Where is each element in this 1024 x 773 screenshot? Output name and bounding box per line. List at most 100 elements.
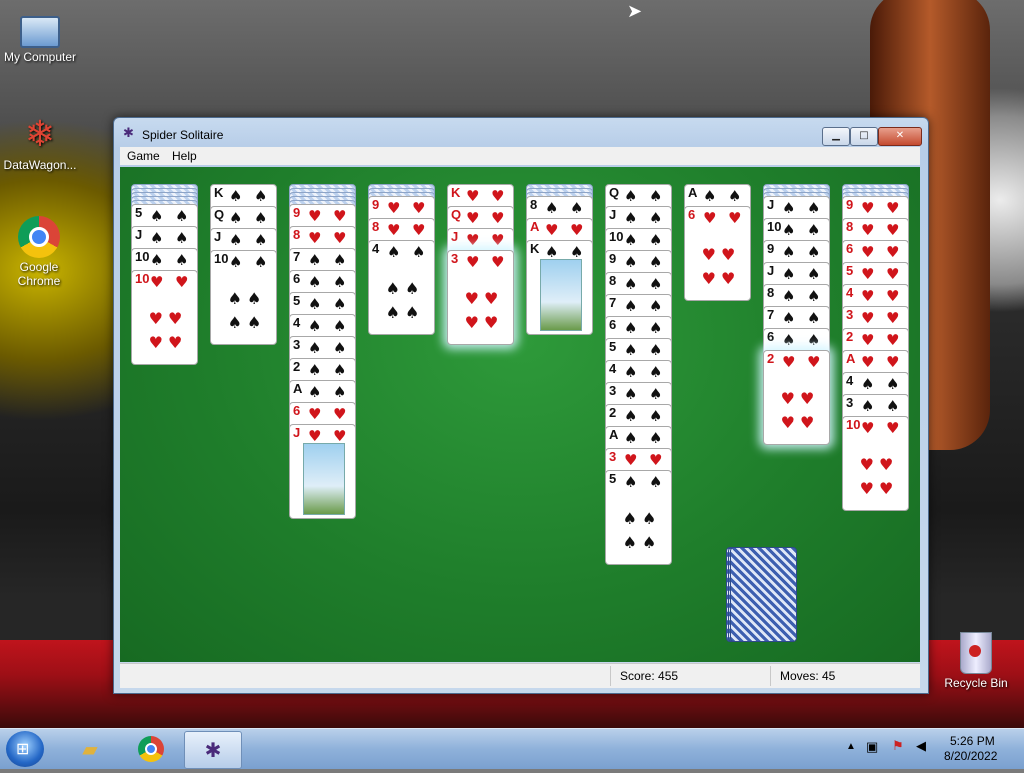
action-center-icon[interactable]: ⚑: [892, 738, 904, 754]
heart-suit-icon: ♥: [861, 287, 875, 305]
spade-suit-icon: ♠: [807, 221, 821, 239]
spade-suit-icon: ♠: [308, 273, 322, 291]
menu-help[interactable]: Help: [172, 149, 197, 163]
system-tray: ▲ ▣ ⚑ ◀ 5:26 PM 8/20/2022: [840, 733, 1020, 765]
playing-card[interactable]: 10 ♥ ♥ ♥ ♥ ♥ ♥: [842, 416, 909, 511]
card-rank: 8: [609, 273, 617, 288]
playing-card[interactable]: 6 ♥ ♥ ♥ ♥ ♥ ♥: [684, 206, 751, 301]
heart-suit-icon: ♥: [412, 221, 426, 239]
card-rank: 10: [609, 229, 624, 244]
heart-suit-icon: ♥: [570, 221, 584, 239]
heart-suit-icon: ♥: [466, 209, 480, 227]
heart-suit-icon: ♥: [886, 353, 900, 371]
playing-card[interactable]: K ♠ ♠: [526, 240, 593, 335]
spade-suit-icon: ♠: [624, 407, 638, 425]
spade-suit-icon: ♠: [807, 331, 821, 349]
spider-solitaire-window: ✱ Spider Solitaire ▁ □ ✕ Game Help 5 ♠ ♠ J ♠…: [113, 117, 929, 694]
playing-card[interactable]: 5 ♠ ♠ ♠ ♠ ♠ ♠: [605, 470, 672, 565]
stock-pile[interactable]: [726, 547, 797, 642]
card-rank: 10: [846, 417, 861, 432]
taskbar-chrome[interactable]: [123, 731, 179, 767]
spade-suit-icon: ♠: [545, 199, 559, 217]
card-rank: 8: [846, 219, 854, 234]
spade-suit-icon: ♠: [387, 243, 401, 261]
heart-suit-icon: ♥: [333, 427, 347, 445]
spade-suit-icon: ♠: [624, 187, 638, 205]
card-rank: J: [451, 229, 459, 244]
spade-suit-icon: ♠: [333, 273, 347, 291]
spade-suit-icon: ♠: [570, 199, 584, 217]
show-hidden-icons-icon[interactable]: ▲: [846, 741, 856, 752]
card-rank: 9: [293, 205, 301, 220]
menu-game[interactable]: Game: [127, 149, 160, 163]
card-rank: J: [214, 229, 222, 244]
spade-suit-icon: ♠: [254, 253, 268, 271]
maximize-button[interactable]: □: [850, 127, 878, 146]
close-button[interactable]: ✕: [878, 127, 922, 146]
card-rank: J: [293, 425, 301, 440]
playing-card[interactable]: J ♥ ♥: [289, 424, 356, 519]
spade-suit-icon: ♠: [782, 309, 796, 327]
playing-card[interactable]: 4 ♠ ♠ ♠ ♠ ♠ ♠: [368, 240, 435, 335]
spade-suit-icon: ♠: [624, 297, 638, 315]
spade-suit-icon: ♠: [333, 361, 347, 379]
card-rank: 2: [609, 405, 617, 420]
desktop-icon-google-chrome[interactable]: Google Chrome: [0, 216, 78, 288]
heart-suit-icon: ♥: [807, 353, 821, 371]
card-rank: 8: [372, 219, 380, 234]
heart-suit-icon: ♥: [466, 187, 480, 205]
card-rank: 5: [135, 205, 143, 220]
card-rank: 8: [293, 227, 301, 242]
card-rank: 10: [135, 249, 150, 264]
heart-suit-icon: ♥: [491, 209, 505, 227]
heart-suit-icon: ♥: [861, 353, 875, 371]
taskbar-spider-solitaire[interactable]: ✱: [184, 731, 242, 769]
spade-suit-icon: ♠: [229, 231, 243, 249]
stock-card-back[interactable]: [730, 547, 797, 642]
taskbar-explorer[interactable]: ▰: [62, 731, 118, 767]
minimize-button[interactable]: ▁: [822, 127, 850, 146]
spade-suit-icon: ♠: [807, 287, 821, 305]
card-rank: K: [214, 185, 224, 200]
clock-time[interactable]: 5:26 PM: [950, 734, 995, 748]
start-button[interactable]: ⊞: [6, 731, 44, 767]
spade-suit-icon: ♠: [782, 265, 796, 283]
card-rank: 6: [293, 271, 301, 286]
heart-suit-icon: ♥ ♥: [859, 479, 894, 498]
chrome-icon: [18, 216, 60, 258]
heart-suit-icon: ♥ ♥: [701, 269, 736, 288]
playing-card[interactable]: 10 ♠ ♠ ♠ ♠ ♠ ♠: [210, 250, 277, 345]
spade-suit-icon: ♠: [649, 385, 663, 403]
volume-icon[interactable]: ◀: [916, 738, 926, 754]
heart-suit-icon: ♥: [861, 199, 875, 217]
desktop-icon-datawagon[interactable]: ❄ DataWagon...: [0, 112, 80, 172]
card-rank: 6: [688, 207, 696, 222]
spade-suit-icon: ♠ ♠: [385, 279, 420, 298]
desktop-icon-recycle-bin[interactable]: Recycle Bin: [936, 632, 1016, 690]
playing-card[interactable]: 10 ♥ ♥ ♥ ♥ ♥ ♥: [131, 270, 198, 365]
heart-suit-icon: ♥: [308, 229, 322, 247]
spade-suit-icon: ♠: [333, 383, 347, 401]
desktop-icon-my-computer[interactable]: My Computer: [0, 8, 80, 64]
chrome-icon: [138, 736, 164, 762]
spade-suit-icon: ♠: [624, 429, 638, 447]
heart-suit-icon: ♥: [333, 405, 347, 423]
heart-suit-icon: ♥: [861, 419, 875, 437]
card-rank: Q: [451, 207, 462, 222]
spade-suit-icon: ♠: [649, 473, 663, 491]
network-icon[interactable]: ▣: [866, 739, 878, 755]
spade-suit-icon: ♠: [807, 243, 821, 261]
card-rank: J: [767, 263, 775, 278]
desktop-icon-label: Recycle Bin: [944, 676, 1008, 690]
heart-suit-icon: ♥: [782, 353, 796, 371]
spade-suit-icon: ♠: [886, 375, 900, 393]
card-rank: 6: [767, 329, 775, 344]
clock-date[interactable]: 8/20/2022: [944, 749, 997, 763]
heart-suit-icon: ♥ ♥: [148, 333, 183, 352]
playing-card[interactable]: 3 ♥ ♥ ♥ ♥ ♥ ♥: [447, 250, 514, 345]
heart-suit-icon: ♥ ♥: [780, 389, 815, 408]
playing-card[interactable]: 2 ♥ ♥ ♥ ♥ ♥ ♥: [763, 350, 830, 445]
title-bar[interactable]: ✱ Spider Solitaire ▁ □ ✕: [114, 118, 928, 150]
heart-suit-icon: ♥: [308, 427, 322, 445]
card-rank: J: [135, 227, 143, 242]
